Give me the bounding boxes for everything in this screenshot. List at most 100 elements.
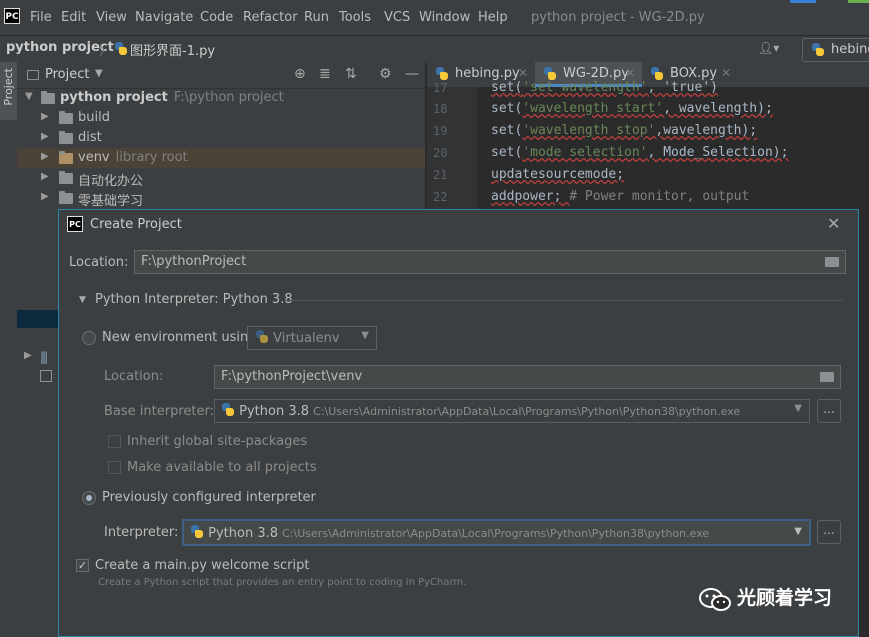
run-configuration-selector[interactable]: hebing xyxy=(802,38,869,62)
tree-item-dist[interactable]: ▶ dist xyxy=(17,128,425,148)
previously-configured-radio[interactable] xyxy=(82,491,96,505)
interpreter-section-title[interactable]: Python Interpreter: Python 3.8 xyxy=(95,292,293,307)
tree-item-beginner-learning[interactable]: ▶ 零基础学习 xyxy=(17,188,425,209)
interpreter-browse-button[interactable]: ... xyxy=(817,520,841,544)
section-divider xyxy=(284,300,844,301)
breadcrumb-separator-icon: 〉 xyxy=(99,44,113,59)
tree-item-label: build xyxy=(78,110,110,125)
menu-window[interactable]: Window xyxy=(419,10,470,25)
menu-view[interactable]: View xyxy=(96,10,127,25)
python-file-icon xyxy=(435,67,449,81)
menu-file[interactable]: File xyxy=(30,10,52,25)
folder-browse-icon[interactable] xyxy=(825,257,839,267)
interpreter-value: Python 3.8 C:\Users\Administrator\AppDat… xyxy=(190,525,709,541)
code-line: updatesourcemode; xyxy=(491,167,625,182)
chevron-down-icon: ▼ xyxy=(361,330,369,341)
location-value: F:\pythonProject xyxy=(141,254,247,269)
menu-tools[interactable]: Tools xyxy=(339,10,371,25)
project-panel-header: Project ▼ ⊕ ≣ ⇅ ⚙ — xyxy=(17,62,425,89)
previously-configured-label[interactable]: Previously configured interpreter xyxy=(102,490,316,505)
base-interpreter-browse-button[interactable]: ... xyxy=(817,399,841,423)
new-environment-label[interactable]: New environment using xyxy=(102,330,257,345)
tree-item-office-automation[interactable]: ▶ 自动化办公 xyxy=(17,168,425,189)
project-tool-label[interactable]: Project xyxy=(2,68,15,106)
gear-icon[interactable]: ⚙ xyxy=(379,66,392,82)
create-main-label[interactable]: Create a main.py welcome script xyxy=(95,558,309,573)
menu-code[interactable]: Code xyxy=(200,10,233,25)
create-main-checkbox[interactable]: ✓ xyxy=(76,559,89,572)
chevron-right-icon[interactable]: ▶ xyxy=(41,151,49,162)
chevron-right-icon[interactable]: ▶ xyxy=(41,191,49,202)
menu-edit[interactable]: Edit xyxy=(61,10,86,25)
menu-run[interactable]: Run xyxy=(304,10,329,25)
interpreter-label: Interpreter: xyxy=(104,525,179,540)
line-number: 18 xyxy=(433,102,448,116)
menu-bar: PC File Edit View Navigate Code Refactor… xyxy=(0,0,869,35)
code-line: set('set wavelength', 'true') xyxy=(491,80,718,95)
close-icon[interactable]: ✕ xyxy=(518,66,528,80)
locate-icon[interactable]: ⊕ xyxy=(294,66,306,82)
breadcrumb-file[interactable]: 图形界面-1.py xyxy=(130,40,215,59)
user-icon[interactable]: 👤︎▾ xyxy=(758,41,779,55)
make-available-checkbox[interactable] xyxy=(108,461,121,474)
close-icon[interactable]: ✕ xyxy=(625,66,635,80)
environment-tool-select[interactable]: Virtualenv ▼ xyxy=(247,326,377,350)
tree-item-venv[interactable]: ▶ venv library root xyxy=(17,148,425,168)
tree-item-build[interactable]: ▶ build xyxy=(17,108,425,128)
dialog-title: Create Project xyxy=(90,217,182,232)
base-interpreter-select[interactable]: Python 3.8 C:\Users\Administrator\AppDat… xyxy=(214,399,810,423)
menu-vcs[interactable]: VCS xyxy=(384,10,410,25)
env-location-label: Location: xyxy=(104,369,164,384)
make-available-label[interactable]: Make available to all projects xyxy=(127,460,317,475)
chevron-right-icon[interactable]: ▶ xyxy=(41,171,49,182)
chevron-down-icon[interactable]: ▼ xyxy=(95,68,103,79)
pycharm-logo-icon: PC xyxy=(4,8,20,24)
folder-icon xyxy=(59,151,73,164)
chevron-down-icon[interactable]: ▼ xyxy=(25,91,33,102)
close-icon[interactable]: ✕ xyxy=(827,214,840,233)
scratches-icon[interactable] xyxy=(40,370,52,382)
project-view-title[interactable]: Project xyxy=(45,67,89,82)
chevron-right-icon[interactable]: ▶ xyxy=(24,350,32,361)
menu-help[interactable]: Help xyxy=(478,10,508,25)
create-project-dialog: PC Create Project ✕ Location: F:\pythonP… xyxy=(58,209,859,637)
python-icon xyxy=(221,403,235,417)
folder-icon xyxy=(41,91,55,104)
close-icon[interactable]: ✕ xyxy=(721,66,731,80)
navigation-bar: python project 〉 图形界面-1.py 👤︎▾ hebing xyxy=(0,35,869,64)
environment-tool-value: Virtualenv xyxy=(255,330,340,346)
minimize-icon[interactable]: — xyxy=(405,66,419,82)
chevron-right-icon[interactable]: ▶ xyxy=(41,111,49,122)
location-field[interactable]: F:\pythonProject xyxy=(134,250,846,274)
expand-all-icon[interactable]: ≣ xyxy=(319,66,331,82)
inherit-packages-checkbox[interactable] xyxy=(108,435,121,448)
interpreter-select[interactable]: Python 3.8 C:\Users\Administrator\AppDat… xyxy=(182,519,811,546)
line-number: 22 xyxy=(433,190,448,204)
tree-item-root[interactable]: ▼ python project F:\python project xyxy=(17,88,425,108)
chevron-down-icon: ▼ xyxy=(794,403,802,414)
chevron-down-icon: ▼ xyxy=(794,526,802,537)
folder-icon xyxy=(59,131,73,144)
virtualenv-icon xyxy=(255,330,269,344)
folder-browse-icon[interactable] xyxy=(820,372,834,382)
inherit-packages-label[interactable]: Inherit global site-packages xyxy=(127,434,307,449)
python-file-icon xyxy=(543,67,557,81)
env-location-value: F:\pythonProject\venv xyxy=(221,369,363,384)
new-environment-radio[interactable] xyxy=(82,331,96,345)
chevron-down-icon[interactable]: ▼ xyxy=(79,295,86,305)
folder-icon xyxy=(59,191,73,204)
watermark-text: 光顾着学习 xyxy=(737,587,833,609)
tree-item-label: venv library root xyxy=(78,150,188,165)
project-view-icon xyxy=(27,70,39,80)
env-location-field[interactable]: F:\pythonProject\venv xyxy=(214,365,841,389)
breadcrumb-project[interactable]: python project xyxy=(6,40,114,55)
external-libraries-icon[interactable]: ||| xyxy=(40,350,48,364)
line-number: 20 xyxy=(433,146,448,160)
collapse-all-icon[interactable]: ⇅ xyxy=(345,66,357,82)
menu-refactor[interactable]: Refactor xyxy=(243,10,298,25)
chevron-right-icon[interactable]: ▶ xyxy=(41,131,49,142)
window-title: python project - WG-2D.py xyxy=(531,10,705,25)
menu-navigate[interactable]: Navigate xyxy=(135,10,193,25)
create-main-hint: Create a Python script that provides an … xyxy=(98,577,467,588)
python-icon xyxy=(190,525,204,539)
